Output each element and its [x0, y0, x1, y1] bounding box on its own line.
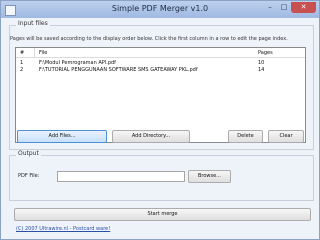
pdf-file-label: PDF File:: [18, 173, 40, 179]
table-row[interactable]: 2 F:\TUTORIAL PENGGUNAAN SOFTWARE SMS GA…: [16, 66, 305, 73]
input-hint-text: Pages will be saved according to the dis…: [10, 36, 288, 42]
add-directory-button[interactable]: Add Directory...: [112, 130, 190, 143]
app-window: Simple PDF Merger v1.0 – □ ✕ Input files…: [0, 0, 320, 240]
column-divider: [34, 48, 35, 57]
table-header: # File Pages: [16, 48, 305, 58]
clear-button[interactable]: Clear: [268, 130, 304, 143]
input-files-group-label: Input files: [16, 20, 50, 27]
column-header-file[interactable]: File: [39, 50, 47, 56]
delete-button[interactable]: Delete: [228, 130, 263, 143]
row-pages: 14: [258, 67, 265, 73]
close-button[interactable]: ✕: [291, 2, 316, 13]
title-bar[interactable]: Simple PDF Merger v1.0 – □ ✕: [1, 1, 319, 18]
output-group-label: Output: [16, 150, 41, 157]
copyright-link[interactable]: (C) 2007 Ultrawire.nl - Postcard ware!: [16, 226, 110, 232]
column-header-pages[interactable]: Pages: [258, 50, 273, 56]
browse-button[interactable]: Browse...: [188, 170, 231, 183]
maximize-button[interactable]: □: [277, 2, 291, 13]
row-file: F:\TUTORIAL PENGGUNAAN SOFTWARE SMS GATE…: [39, 67, 198, 73]
pdf-file-input[interactable]: [57, 171, 185, 182]
start-merge-button[interactable]: Start merge: [14, 208, 311, 221]
minimize-button[interactable]: –: [263, 2, 277, 13]
file-list-table[interactable]: # File Pages 1 F:\Modul Pemrograman API.…: [15, 47, 306, 143]
column-header-number[interactable]: #: [20, 50, 24, 56]
add-files-button[interactable]: Add Files...: [17, 130, 107, 143]
row-number[interactable]: 2: [20, 67, 23, 73]
table-row[interactable]: 1 F:\Modul Pemrograman API.pdf 10: [16, 59, 305, 66]
